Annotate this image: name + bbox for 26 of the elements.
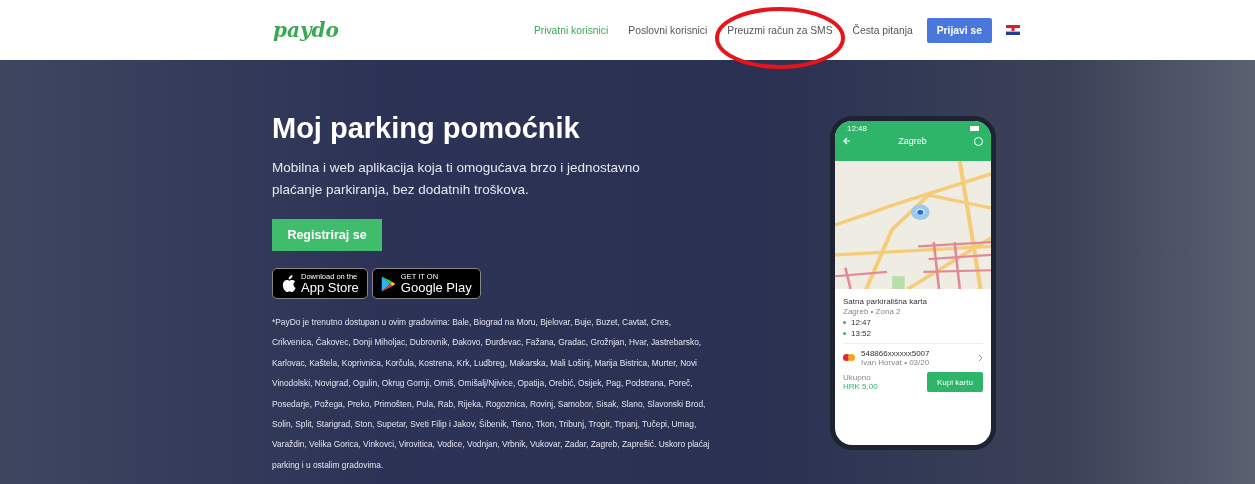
- status-time: 12:48: [847, 124, 868, 133]
- apple-icon: [281, 274, 296, 293]
- login-button[interactable]: Prijavi se: [926, 17, 992, 43]
- time-dot-icon: [843, 321, 846, 324]
- app-title: Zagreb: [898, 136, 927, 146]
- hero-title: Moj parking pomoćnik: [272, 112, 581, 145]
- ticket-title: Satna parkirališna karta: [843, 297, 929, 306]
- ticket-zone: Zagreb • Zona 2: [843, 307, 902, 316]
- total-amount: HRK 5,00: [843, 382, 878, 391]
- card-number: 548866xxxxxx5007: [861, 349, 931, 358]
- ticket-time: 13:52: [851, 329, 872, 338]
- card-icon: [843, 354, 855, 362]
- cities-note: *PayDo je trenutno dostupan u ovim gradovima: Bale, Biograd na Moru, Bjelovar, Buje, Buzet, Cavtat, Cres, Crikvenica, Čakovec, Donji Miholjac, Dubrovnik, Đakovo, Đurđevac, Fažana, Gradac, Grožnjan, Hvar, Jastrebarsko, Karlovac, Kaštela, Koprivnica, Korčula, Kostrena, Krk, Ludbreg, Makarska, Mali Lošinj, Marija Bistrica, Murter, Novi Vinodolski, Novigrad, Ogulin, Okrug Gornji, Omiš, Omišalj/Njivice, Opatija, Orebić, Osijek, Pag, Podstrana, Poreč, Posedarje, Požega, Preko, Primošten, Pula, Rab, Rijeka, Rogoznica, Rovinj, Samobor, Sisak, Slano, Slavonski Brod, Solin, Split, Starigrad, Ston, Supetar, Sveti Filip i Jakov, Šibenik, Tisno, Tkon, Tribunj, Trogir, Trpanj, Tučepi, Umag, Varaždin, Velika Gorica, Vinkovci, Virovitica, Vodice, Vodnjan, Vrbnik, Vukovar, Zadar, Zagreb, Zaprešić. Uskoro plaćaj parking i u ostalim gradovima.: [272, 316, 711, 472]
- nav-link[interactable]: Poslovni korisnici: [628, 24, 708, 36]
- total-label: Ukupno: [843, 373, 872, 382]
- ticket-time: 12:47: [851, 318, 872, 327]
- time-dot-icon: [843, 332, 846, 335]
- chevron-icon[interactable]: [978, 354, 983, 362]
- hero-subtitle: Mobilna i web aplikacija koja ti omogućava brzo i jednostavno plaćanje parkiranja, bez dodatnih troškova.: [272, 159, 641, 199]
- back-arrow-icon[interactable]: [843, 137, 851, 145]
- nav-link[interactable]: Česta pitanja: [852, 24, 913, 36]
- card-owner: Ivan Horvat • 03/20: [861, 358, 931, 367]
- battery-icon: [970, 126, 979, 131]
- flag-icon[interactable]: [1005, 25, 1020, 35]
- play-icon: [380, 274, 396, 293]
- nav-link[interactable]: Preuzmi račun za SMS: [727, 24, 833, 36]
